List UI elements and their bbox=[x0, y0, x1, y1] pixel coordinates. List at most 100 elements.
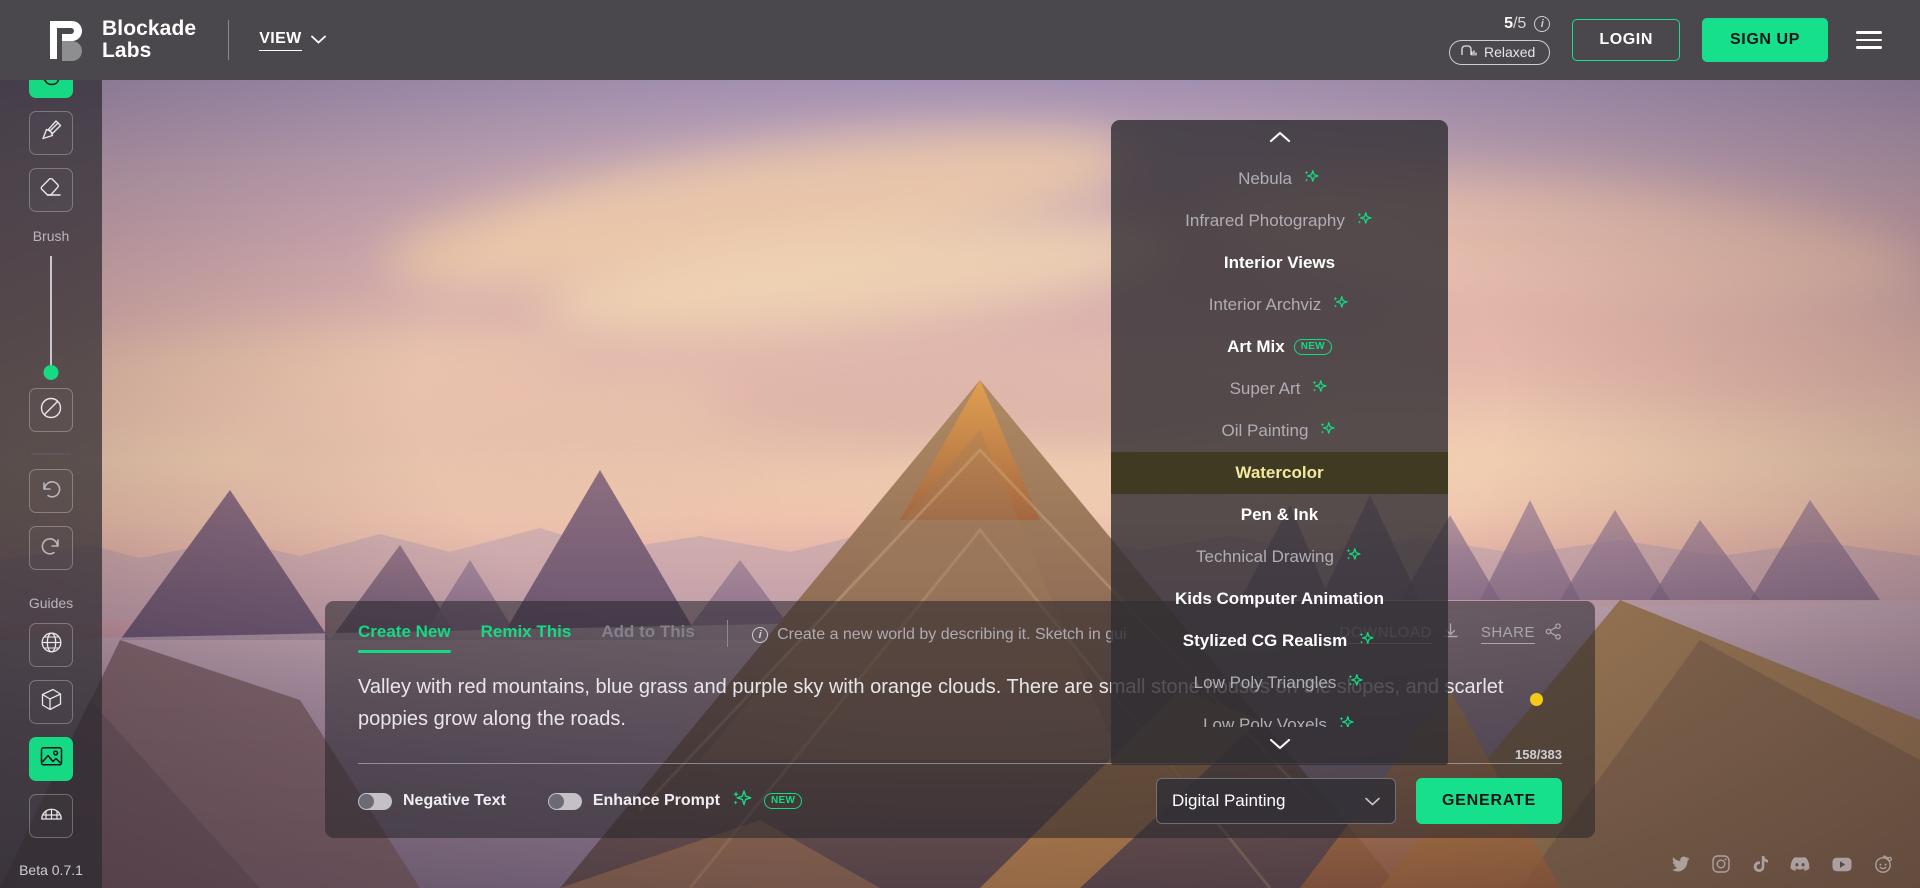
style-option-interior-archviz[interactable]: Interior Archviz bbox=[1111, 284, 1448, 326]
app-root: Blockade Labs VIEW 5/5 i Relaxed LOGIN S… bbox=[0, 0, 1920, 888]
image-icon bbox=[40, 746, 63, 772]
panel-hint: i Create a new world by describing it. S… bbox=[752, 626, 1127, 653]
share-button[interactable]: SHARE bbox=[1480, 623, 1562, 644]
queue-mode-label: Relaxed bbox=[1483, 44, 1536, 60]
style-select[interactable]: Digital Painting bbox=[1156, 778, 1396, 824]
style-option-infrared-photography[interactable]: Infrared Photography bbox=[1111, 200, 1448, 242]
sparkle-icon bbox=[1354, 210, 1374, 233]
style-option-label: Art Mix bbox=[1227, 337, 1285, 356]
tool-rail: Brush Guides Beta 0.7.1 bbox=[0, 38, 102, 888]
style-option-oil-painting[interactable]: Oil Painting bbox=[1111, 410, 1448, 452]
undo-arrow-icon bbox=[40, 479, 62, 504]
sparkle-icon bbox=[1309, 378, 1329, 401]
style-option-art-mix[interactable]: Art Mix NEW bbox=[1111, 326, 1448, 368]
share-icon bbox=[1545, 623, 1562, 644]
dropdown-scroll-down[interactable] bbox=[1111, 727, 1448, 765]
redo-button[interactable] bbox=[29, 526, 73, 570]
topbar-right-group: 5/5 i Relaxed LOGIN SIGN UP bbox=[1448, 15, 1888, 65]
enhance-prompt-toggle[interactable] bbox=[547, 792, 582, 810]
style-option-kids-computer-animation[interactable]: Kids Computer Animation bbox=[1111, 578, 1448, 620]
style-option-label: Super Art bbox=[1229, 379, 1301, 398]
panel-hint-text: Create a new world by describing it. Ske… bbox=[777, 626, 1127, 643]
style-option-pen-ink[interactable]: Pen & Ink bbox=[1111, 494, 1448, 536]
negative-text-label: Negative Text bbox=[403, 792, 506, 809]
style-option-label: Infrared Photography bbox=[1185, 211, 1345, 230]
chevron-down-icon bbox=[1365, 791, 1380, 811]
undo-button[interactable] bbox=[29, 469, 73, 513]
brand-logo[interactable]: Blockade Labs bbox=[48, 18, 196, 62]
style-option-stylized-cg-realism[interactable]: Stylized CG Realism bbox=[1111, 620, 1448, 662]
hamburger-menu-icon[interactable] bbox=[1850, 25, 1888, 55]
brand-name: Blockade Labs bbox=[102, 18, 196, 62]
credits-total: 5 bbox=[1517, 15, 1527, 32]
guides-section-label: Guides bbox=[28, 595, 74, 611]
blockade-logo-icon bbox=[48, 19, 88, 61]
status-badge bbox=[1530, 693, 1543, 706]
brush-size-slider-knob[interactable] bbox=[43, 365, 59, 380]
no-color-tool[interactable] bbox=[29, 388, 73, 432]
sparkle-icon bbox=[1343, 546, 1363, 569]
new-badge: NEW bbox=[1293, 339, 1332, 355]
eraser-tool[interactable] bbox=[29, 168, 73, 212]
style-option-watercolor[interactable]: Watercolor bbox=[1111, 452, 1448, 494]
topbar-divider bbox=[228, 20, 230, 60]
cube-icon bbox=[40, 688, 63, 716]
guide-sphere[interactable] bbox=[29, 623, 73, 667]
eraser-icon bbox=[40, 177, 62, 203]
tab-divider bbox=[726, 620, 729, 647]
tab-remix-this[interactable]: Remix This bbox=[481, 622, 572, 653]
signup-button[interactable]: SIGN UP bbox=[1702, 18, 1828, 62]
instagram-icon[interactable] bbox=[1712, 855, 1730, 878]
social-links bbox=[1671, 855, 1893, 878]
tiktok-icon[interactable] bbox=[1752, 855, 1768, 878]
style-option-nebula[interactable]: Nebula bbox=[1111, 158, 1448, 200]
style-option-list[interactable]: Nebula Infrared Photography Interior Views… bbox=[1111, 158, 1448, 727]
sparkle-icon bbox=[1345, 672, 1365, 695]
info-icon[interactable]: i bbox=[1534, 16, 1551, 32]
discord-icon[interactable] bbox=[1790, 856, 1810, 877]
style-option-label: Stylized CG Realism bbox=[1182, 631, 1348, 650]
queue-icon bbox=[1461, 44, 1477, 60]
negative-text-toggle[interactable] bbox=[358, 792, 392, 810]
brand-line-1: Blockade bbox=[102, 17, 197, 41]
credits-used: 5 bbox=[1504, 15, 1513, 32]
rail-divider bbox=[31, 453, 71, 455]
login-button[interactable]: LOGIN bbox=[1572, 19, 1680, 61]
chevron-up-icon bbox=[1269, 130, 1291, 148]
style-option-low-poly-triangles[interactable]: Low Poly Triangles bbox=[1111, 662, 1448, 704]
style-option-super-art[interactable]: Super Art bbox=[1111, 368, 1448, 410]
brush-tool[interactable] bbox=[29, 111, 73, 155]
chevron-down-icon bbox=[1269, 737, 1291, 755]
beta-version-label: Beta 0.7.1 bbox=[19, 862, 83, 878]
style-dropdown-menu[interactable]: Nebula Infrared Photography Interior Views… bbox=[1111, 120, 1448, 765]
twitter-icon[interactable] bbox=[1671, 856, 1690, 878]
tab-create-new[interactable]: Create New bbox=[358, 622, 451, 653]
youtube-icon[interactable] bbox=[1832, 857, 1852, 877]
guide-cube[interactable] bbox=[29, 680, 73, 724]
queue-mode-pill[interactable]: Relaxed bbox=[1448, 40, 1551, 65]
style-option-interior-views[interactable]: Interior Views bbox=[1111, 242, 1448, 284]
guide-image[interactable] bbox=[29, 737, 73, 781]
share-label: SHARE bbox=[1480, 624, 1535, 644]
reddit-icon[interactable] bbox=[1874, 855, 1893, 878]
brush-section-label: Brush bbox=[32, 228, 70, 244]
style-option-label: Interior Views bbox=[1223, 253, 1336, 272]
style-option-low-poly-voxels[interactable]: Low Poly Voxels bbox=[1111, 704, 1448, 727]
sparkle-icon bbox=[1336, 714, 1356, 727]
guide-dome[interactable] bbox=[29, 794, 73, 838]
view-menu-label: VIEW bbox=[259, 30, 302, 51]
redo-arrow-icon bbox=[40, 536, 62, 561]
tab-add-to-this-label: Add to This bbox=[601, 622, 695, 641]
brush-size-slider[interactable] bbox=[43, 256, 59, 380]
tab-remix-this-label: Remix This bbox=[480, 622, 572, 641]
character-counter: 158/383 bbox=[1515, 747, 1562, 762]
view-menu-button[interactable]: VIEW bbox=[259, 30, 326, 51]
tab-add-to-this[interactable]: Add to This bbox=[601, 622, 694, 653]
panel-controls-row: Negative Text Enhance Prompt NEW Digital… bbox=[325, 764, 1595, 838]
globe-icon bbox=[40, 631, 63, 659]
credits-group: 5/5 i Relaxed bbox=[1448, 15, 1551, 65]
style-option-technical-drawing[interactable]: Technical Drawing bbox=[1111, 536, 1448, 578]
generate-button[interactable]: GENERATE bbox=[1416, 778, 1562, 824]
style-option-label: Technical Drawing bbox=[1196, 547, 1334, 566]
dropdown-scroll-up[interactable] bbox=[1111, 120, 1448, 158]
